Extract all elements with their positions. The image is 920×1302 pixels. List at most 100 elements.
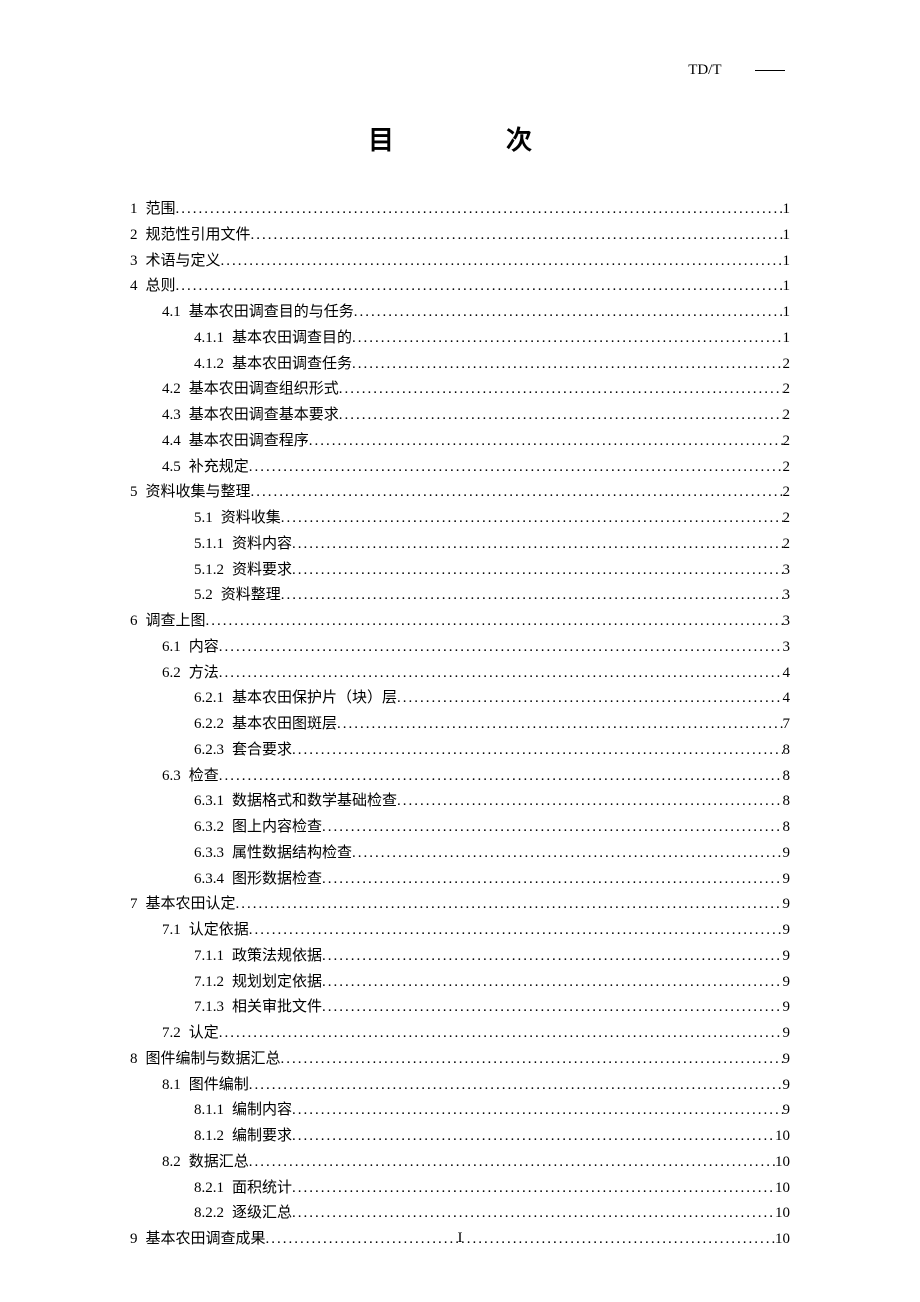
toc-entry-number: 8.1 xyxy=(162,1073,181,1098)
toc-dots xyxy=(219,1021,783,1046)
toc-entry-number: 4.1.1 xyxy=(194,326,224,351)
toc-entry: 7.1.2规划划定依据9 xyxy=(130,970,790,995)
toc-entry-text: 相关审批文件 xyxy=(232,995,322,1020)
toc-entry-number: 4 xyxy=(130,274,138,299)
toc-entry-number: 6.2.2 xyxy=(194,712,224,737)
toc-entry: 7.1.3相关审批文件9 xyxy=(130,995,790,1020)
toc-entry-text: 编制要求 xyxy=(232,1124,292,1149)
toc-dots xyxy=(251,480,783,505)
toc-entry: 7.1.1政策法规依据9 xyxy=(130,944,790,969)
toc-entry: 4.2 基本农田调查组织形式 2 xyxy=(130,377,790,402)
toc-entry-page: 3 xyxy=(783,635,791,660)
toc-dots xyxy=(339,403,783,428)
toc-entry-text: 检查 xyxy=(189,764,219,789)
toc-entry-page: 9 xyxy=(783,892,791,917)
toc-entry-page: 10 xyxy=(775,1150,790,1175)
toc-entry: 5资料收集与整理2 xyxy=(130,480,790,505)
toc-entry-number: 8 xyxy=(130,1047,138,1072)
toc-dots xyxy=(176,274,783,299)
toc-entry-number: 4.3 xyxy=(162,403,181,428)
toc-entry-page: 3 xyxy=(783,558,791,583)
toc-entry: 6.2.2基本农田图斑层7 xyxy=(130,712,790,737)
toc-title: 目 次 xyxy=(130,120,790,157)
toc-dots xyxy=(236,892,783,917)
toc-entry-page: 9 xyxy=(783,995,791,1020)
toc-entry-text: 规范性引用文件 xyxy=(146,223,251,248)
header-dash xyxy=(755,70,785,71)
toc-entry-page: 8 xyxy=(783,738,791,763)
toc-entry-number: 8.2.2 xyxy=(194,1201,224,1226)
toc-entry: 4.1.2基本农田调查任务2 xyxy=(130,352,790,377)
toc-dots xyxy=(292,558,782,583)
toc-entry-number: 3 xyxy=(130,249,138,274)
toc-entry-text: 资料内容 xyxy=(232,532,292,557)
toc-entry: 6.3.2图上内容检查8 xyxy=(130,815,790,840)
toc-entry-number: 7.1.1 xyxy=(194,944,224,969)
toc-dots xyxy=(292,1098,782,1123)
toc-dots xyxy=(292,1176,775,1201)
toc-entry-number: 6.3.1 xyxy=(194,789,224,814)
toc-dots xyxy=(249,918,783,943)
toc-entry-number: 8.2.1 xyxy=(194,1176,224,1201)
toc-entry: 6.3.3属性数据结构检查9 xyxy=(130,841,790,866)
toc-entry-text: 资料收集 xyxy=(221,506,281,531)
toc-dots xyxy=(397,686,782,711)
toc-entry-text: 基本农田调查目的与任务 xyxy=(189,300,354,325)
toc-entry-number: 6.3.3 xyxy=(194,841,224,866)
toc-entry-page: 9 xyxy=(783,867,791,892)
toc-entry-page: 1 xyxy=(783,223,791,248)
toc-entry: 8.1图件编制9 xyxy=(130,1073,790,1098)
toc-entry-page: 2 xyxy=(783,429,791,454)
toc-dots xyxy=(249,1073,783,1098)
toc-dots xyxy=(292,532,782,557)
toc-entry-page: 4 xyxy=(783,686,791,711)
toc-dots xyxy=(352,841,782,866)
toc-entry-text: 数据格式和数学基础检查 xyxy=(232,789,397,814)
toc-entry-page: 9 xyxy=(783,1047,791,1072)
toc-entry-text: 基本农田调查组织形式 xyxy=(189,377,339,402)
toc-dots xyxy=(337,712,782,737)
toc-entry-page: 8 xyxy=(783,789,791,814)
toc-entry: 5.1资料收集2 xyxy=(130,506,790,531)
toc-entry-number: 7.2 xyxy=(162,1021,181,1046)
toc-dots xyxy=(292,1201,775,1226)
toc-entry-number: 4.2 xyxy=(162,377,181,402)
toc-entry-page: 2 xyxy=(783,377,791,402)
toc-entry: 4.5补充规定2 xyxy=(130,455,790,480)
toc-entry-number: 6.1 xyxy=(162,635,181,660)
toc-dots xyxy=(322,970,782,995)
toc-dots xyxy=(249,1150,775,1175)
toc-entry-page: 10 xyxy=(775,1176,790,1201)
toc-entry-page: 10 xyxy=(775,1124,790,1149)
toc-entry: 4.1基本农田调查目的与任务1 xyxy=(130,300,790,325)
toc-entry: 3术语与定义1 xyxy=(130,249,790,274)
toc-entry: 6.2.3套合要求8 xyxy=(130,738,790,763)
toc-entry-number: 5.2 xyxy=(194,583,213,608)
toc-dots xyxy=(221,249,783,274)
toc-entry: 2规范性引用文件1 xyxy=(130,223,790,248)
toc-entry: 5.1.1资料内容2 xyxy=(130,532,790,557)
toc-entry-text: 认定 xyxy=(189,1021,219,1046)
toc-entry: 6.1内容3 xyxy=(130,635,790,660)
toc-entry-page: 10 xyxy=(775,1201,790,1226)
toc-entry-text: 套合要求 xyxy=(232,738,292,763)
toc-dots xyxy=(281,1047,783,1072)
toc-entry-text: 逐级汇总 xyxy=(232,1201,292,1226)
toc-entry: 6调查上图3 xyxy=(130,609,790,634)
toc-entry-text: 资料要求 xyxy=(232,558,292,583)
toc-entry-page: 3 xyxy=(783,609,791,634)
toc-entry: 4.4基本农田调查程序2 xyxy=(130,429,790,454)
toc-entry: 4.1.1基本农田调查目的1 xyxy=(130,326,790,351)
document-code-text: TD/T xyxy=(688,62,721,78)
toc-dots xyxy=(206,609,783,634)
toc-entry-number: 6.3.4 xyxy=(194,867,224,892)
toc-entry-page: 1 xyxy=(783,197,791,222)
toc-entry-page: 7 xyxy=(783,712,791,737)
toc-entry-number: 4.1 xyxy=(162,300,181,325)
toc-entry-text: 基本农田认定 xyxy=(146,892,236,917)
toc-entry-page: 2 xyxy=(783,455,791,480)
toc-dots xyxy=(292,738,782,763)
toc-entry: 8.2数据汇总10 xyxy=(130,1150,790,1175)
toc-dots xyxy=(281,506,783,531)
toc-dots xyxy=(219,635,783,660)
